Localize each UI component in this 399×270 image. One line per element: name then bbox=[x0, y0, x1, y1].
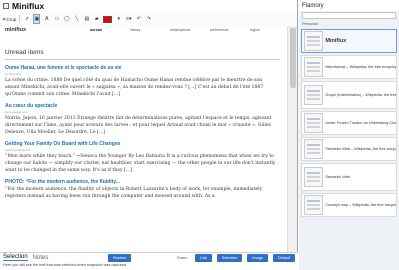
crop-icon: ⌗ bbox=[3, 16, 6, 22]
arrow-tool-icon[interactable]: ▰ bbox=[93, 14, 100, 24]
snapshot-item[interactable]: Concept map – Wikipedia, the free encycl… bbox=[301, 193, 397, 217]
section-title: Unread items bbox=[5, 49, 44, 56]
paste-label: Paste: bbox=[175, 254, 190, 262]
snapshot-item[interactable]: Semantic Web – Wikipedia, the free encyc… bbox=[301, 137, 397, 161]
main-window: Miniflux ⌗ Crop ➚ ▣ A ▭ ◯ ╲ ▤ ▰ ▾ ≡▾ ↶ ↷… bbox=[0, 0, 298, 270]
scrollbar-thumb[interactable] bbox=[290, 28, 296, 88]
snapshot-item[interactable]: Graph (mathematics) – Wikipedia, the fre… bbox=[301, 81, 397, 109]
snapshot-item[interactable]: Microformat – Wikipedia, the free encycl… bbox=[301, 55, 397, 79]
feed-item: Oume Hanai, une femme et le spectacle de… bbox=[0, 60, 286, 98]
color-dropdown-icon[interactable]: ▾ bbox=[115, 14, 122, 24]
crop-label: Crop bbox=[6, 16, 17, 22]
paste-selection-button[interactable]: Selection bbox=[216, 254, 243, 262]
nav-unread[interactable]: unread bbox=[90, 28, 130, 32]
crop-button[interactable]: ⌗ Crop bbox=[3, 14, 16, 24]
snapshot-title: Miniflux bbox=[325, 38, 347, 44]
snapshot-title: Graph (mathematics) – Wikipedia, the fre… bbox=[325, 93, 396, 97]
sidebar-title: Flamory bbox=[299, 0, 399, 11]
ellipse-tool-icon[interactable]: ◯ bbox=[63, 14, 70, 24]
snapshot-thumbnail bbox=[304, 113, 324, 133]
selection-status-text: Here you will see the text that was sele… bbox=[0, 262, 298, 270]
snapshot-thumbnail bbox=[304, 195, 324, 215]
color-swatch bbox=[103, 15, 113, 23]
item-title-link[interactable]: Au cœur du spectacle bbox=[5, 103, 278, 109]
item-excerpt: Norita, Japon, 16 janvier 2013 Étrange t… bbox=[5, 116, 272, 135]
app-icon bbox=[3, 3, 9, 9]
snapshot-thumbnail bbox=[304, 139, 324, 159]
item-source: Le Monde.fr bbox=[5, 72, 22, 76]
snapshot-item[interactable]: Under Frozen Tundra, an Unbreaking Chain bbox=[301, 111, 397, 135]
select-tool-icon[interactable]: ▣ bbox=[33, 14, 41, 24]
feed-item: Au cœur du spectacle www.google.com Nori… bbox=[0, 98, 286, 136]
item-title-link[interactable]: Getting Your Family On Board with Life C… bbox=[5, 141, 278, 147]
captured-page: miniflux unread history subscriptions pr… bbox=[0, 26, 286, 252]
title-bar: Miniflux bbox=[0, 0, 297, 12]
nav-logout[interactable]: logout bbox=[250, 28, 270, 32]
restore-button[interactable]: Restore bbox=[108, 254, 132, 262]
undo-icon[interactable]: ↶ bbox=[135, 14, 142, 24]
feed-item: Getting Your Family On Board with Life C… bbox=[0, 136, 286, 174]
page-scrollbar[interactable] bbox=[287, 26, 297, 252]
snapshot-title: Concept map – Wikipedia, the free encycl… bbox=[325, 203, 396, 207]
pointer-tool-icon[interactable]: ➚ bbox=[23, 14, 30, 24]
text-tool-icon[interactable]: A bbox=[43, 14, 50, 24]
redo-icon[interactable]: ↷ bbox=[145, 14, 152, 24]
item-excerpt: La scène du crime. 1888 De quel côté du … bbox=[5, 78, 264, 97]
item-source: www.google.com bbox=[5, 110, 28, 114]
line-tool-icon[interactable]: ╲ bbox=[73, 14, 80, 24]
tab-selection[interactable]: Selection bbox=[3, 254, 28, 261]
paste-image-button[interactable]: Image bbox=[247, 254, 268, 262]
line-width-icon[interactable]: ≡▾ bbox=[125, 14, 132, 24]
item-excerpt: “Men learn while they teach.” ~Seneca th… bbox=[5, 154, 276, 173]
highlight-tool-icon[interactable]: ▤ bbox=[83, 14, 90, 24]
snapshot-title: Semantic Web – Wikipedia, the free encyc… bbox=[325, 147, 396, 151]
paste-group: Paste: Link Selection Image Default bbox=[175, 254, 295, 262]
sidebar-group-label: Personal bbox=[302, 21, 318, 26]
nav-history[interactable]: history bbox=[130, 28, 170, 32]
tab-notes[interactable]: Notes bbox=[33, 255, 49, 261]
nav-preferences[interactable]: preferences bbox=[210, 28, 250, 32]
flamory-sidebar: Flamory Personal Miniflux Microformat – … bbox=[299, 0, 399, 270]
paste-link-button[interactable]: Link bbox=[194, 254, 212, 262]
item-title-link[interactable]: PHOTO: “For the modern audience, the flu… bbox=[5, 179, 278, 185]
item-source: www.zenhabits.net bbox=[5, 148, 31, 152]
restore-group: Restore bbox=[108, 254, 132, 262]
snapshot-item[interactable]: Miniflux bbox=[301, 29, 397, 53]
color-picker[interactable] bbox=[103, 14, 113, 24]
snapshot-item[interactable]: Semantic Web bbox=[301, 163, 397, 191]
snapshot-title: Semantic Web bbox=[325, 175, 351, 179]
item-title-link[interactable]: Oume Hanai, une femme et le spectacle de… bbox=[5, 65, 278, 71]
paste-default-button[interactable]: Default bbox=[272, 254, 295, 262]
toolbar-separator bbox=[19, 15, 21, 23]
snapshot-thumbnail bbox=[304, 57, 324, 77]
snapshot-thumbnail bbox=[304, 167, 324, 187]
rectangle-tool-icon[interactable]: ▭ bbox=[53, 14, 60, 24]
snapshot-thumbnail bbox=[304, 85, 324, 105]
snapshot-thumbnail bbox=[304, 31, 324, 51]
window-title: Miniflux bbox=[12, 1, 45, 11]
item-excerpt: “For the modern audience, the fluidity o… bbox=[5, 187, 263, 199]
feed-item: PHOTO: “For the modern audience, the flu… bbox=[0, 174, 286, 200]
miniflux-nav: unread history subscriptions preferences… bbox=[90, 28, 270, 32]
nav-subscriptions[interactable]: subscriptions bbox=[170, 28, 210, 32]
snapshot-title: Under Frozen Tundra, an Unbreaking Chain bbox=[325, 121, 396, 125]
sidebar-search-input[interactable] bbox=[302, 12, 396, 19]
miniflux-header: miniflux unread history subscriptions pr… bbox=[0, 26, 286, 34]
miniflux-logo: miniflux bbox=[5, 27, 27, 33]
annotation-toolbar: ⌗ Crop ➚ ▣ A ▭ ◯ ╲ ▤ ▰ ▾ ≡▾ ↶ ↷ bbox=[0, 12, 297, 26]
snapshot-title: Microformat – Wikipedia, the free encycl… bbox=[325, 65, 396, 69]
snapshot-list: Miniflux Microformat – Wikipedia, the fr… bbox=[299, 27, 399, 219]
